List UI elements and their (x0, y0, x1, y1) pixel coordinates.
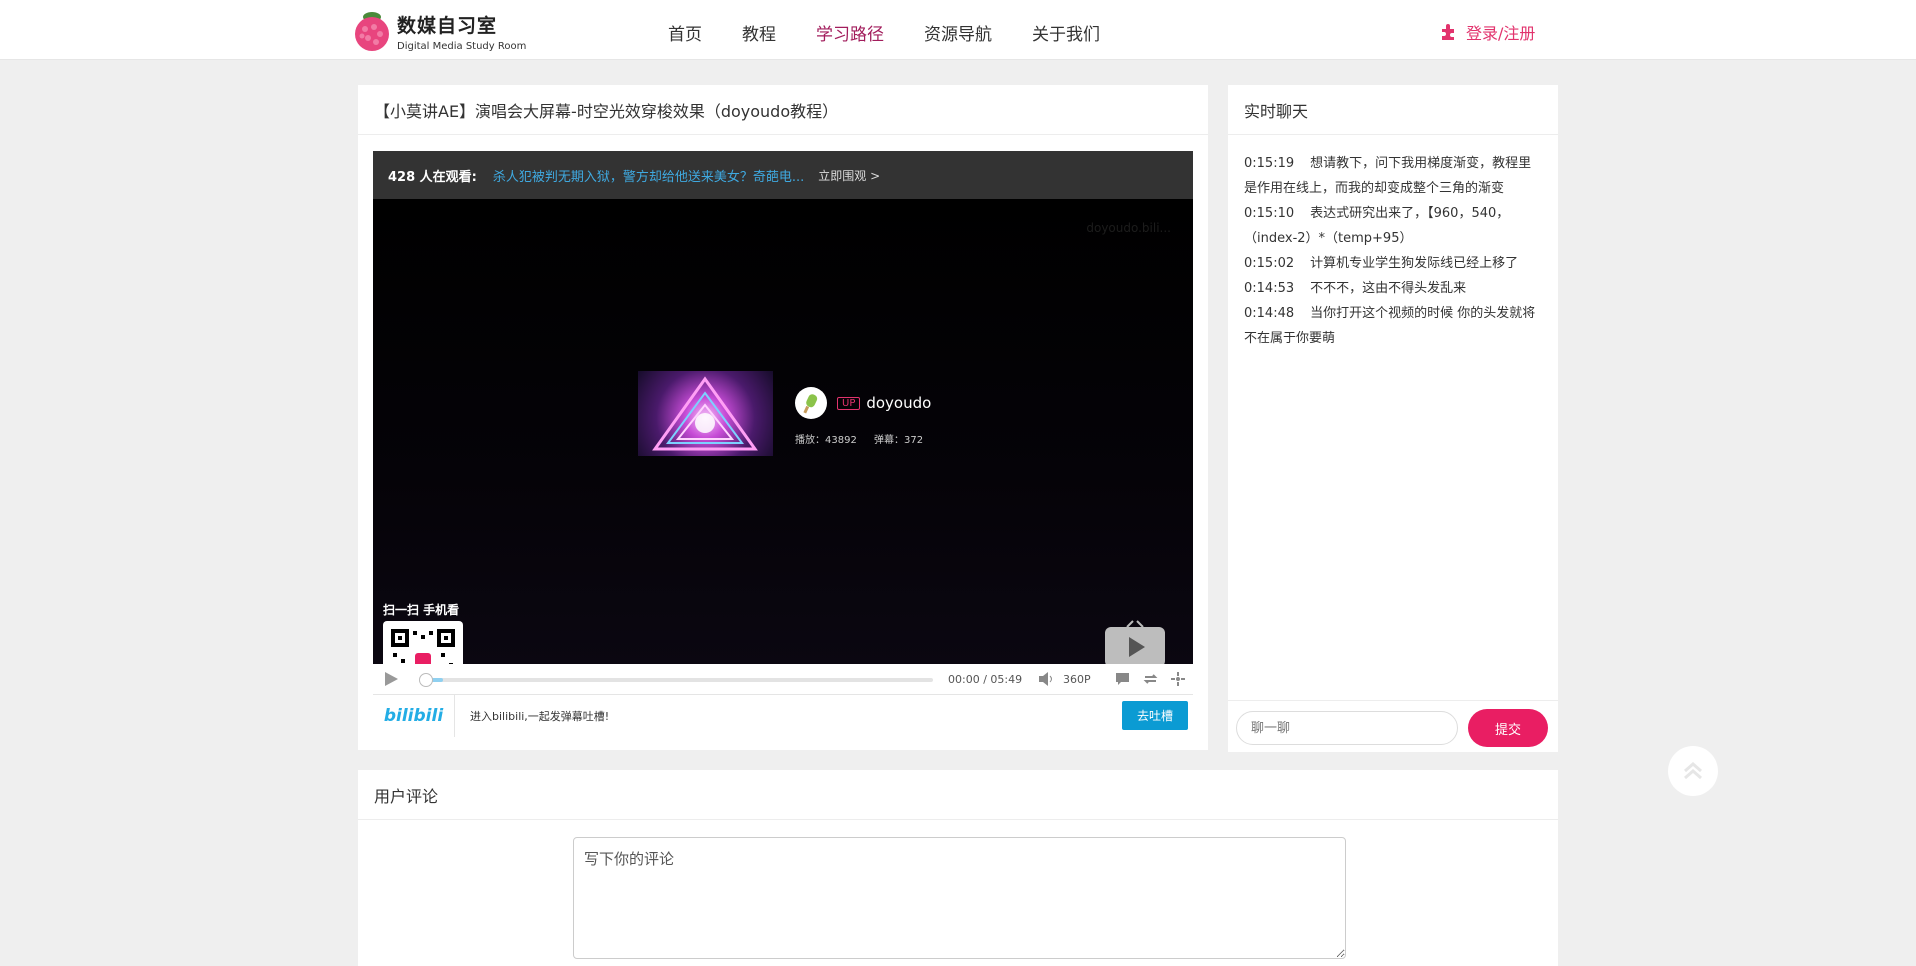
progress-knob[interactable] (419, 673, 433, 687)
uploader-avatar[interactable] (795, 387, 827, 419)
time-total: 05:49 (990, 673, 1023, 686)
nav-item-resources[interactable]: 资源导航 (924, 20, 992, 45)
back-to-top-button[interactable] (1668, 746, 1718, 796)
play-count: 播放：43892 (795, 435, 857, 446)
up-tag: UP (837, 396, 861, 410)
recommend-link[interactable]: 杀人犯被判无期入狱，警方却给他送来美女？奇葩电... (493, 166, 804, 185)
video-player[interactable]: 428 人在观看: 杀人犯被判无期入狱，警方却给他送来美女？奇葩电... 立即围… (373, 151, 1193, 741)
chat-submit-button[interactable]: 提交 (1468, 709, 1548, 747)
brand[interactable]: 数媒自习室 Digital Media Study Room (397, 11, 526, 52)
chat-text: 不不不，这由不得头发乱来 (1310, 281, 1467, 296)
video-screen[interactable]: doyoudo.bili... UP doyoudo 播放：43892 弹幕：3… (373, 199, 1193, 701)
video-stats: 播放：43892 弹幕：372 (795, 431, 937, 446)
login-register-link[interactable]: 登录/注册 (1440, 20, 1535, 44)
video-panel: 【小莫讲AE】演唱会大屏幕-时空光效穿梭效果（doyoudo教程） 428 人在… (358, 85, 1208, 750)
chat-message: 0:15:10 表达式研究出来了，【960，540，（index-2）*（temp… (1244, 201, 1542, 251)
danmaku-hint: 进入bilibili,一起发弹幕吐槽! (470, 709, 610, 723)
time-display: 00:00 / 05:49 (948, 673, 1023, 686)
chat-time: 0:15:02 (1244, 256, 1295, 271)
nav-item-tutorials[interactable]: 教程 (742, 20, 776, 45)
volume-icon[interactable] (1038, 672, 1054, 686)
nav-item-about[interactable]: 关于我们 (1032, 20, 1100, 45)
double-chevron-up-icon (1684, 762, 1702, 780)
brand-title: 数媒自习室 (397, 15, 498, 37)
chat-title: 实时聊天 (1228, 85, 1558, 135)
popsicle-icon (803, 394, 818, 414)
chat-panel: 实时聊天 0:15:19 想请教下，问下我用梯度渐变，教程里是作用在线上，而我的却… (1228, 85, 1558, 752)
nav-item-learning-path[interactable]: 学习路径 (816, 20, 884, 45)
chat-time: 0:14:53 (1244, 281, 1295, 296)
brand-subtitle: Digital Media Study Room (397, 41, 527, 52)
video-watermark: doyoudo.bili... (1086, 221, 1171, 235)
bilibili-logo[interactable]: bilibili (373, 694, 455, 737)
watching-bar: 428 人在观看: 杀人犯被判无期入狱，警方却给他送来美女？奇葩电... 立即围… (373, 151, 1193, 199)
top-header: 数媒自习室 Digital Media Study Room 首页 教程 学习路… (0, 0, 1916, 60)
neon-triangle-image (652, 376, 758, 451)
chat-time: 0:14:48 (1244, 306, 1295, 321)
qr-label: 扫一扫 手机看 (383, 603, 460, 617)
progress-bar[interactable] (419, 673, 933, 687)
danmaku-toggle-icon[interactable] (1115, 672, 1130, 686)
chat-input[interactable] (1236, 711, 1458, 745)
chat-time: 0:15:10 (1244, 206, 1295, 221)
chat-text: 计算机专业学生狗发际线已经上移了 (1310, 256, 1519, 271)
fullscreen-icon[interactable] (1170, 671, 1186, 687)
chat-message: 0:15:19 想请教下，问下我用梯度渐变，教程里是作用在线上，而我的却变成整个三… (1244, 151, 1542, 201)
chat-messages: 0:15:19 想请教下，问下我用梯度渐变，教程里是作用在线上，而我的却变成整个三… (1228, 135, 1558, 351)
chat-time: 0:15:19 (1244, 156, 1295, 171)
chat-message: 0:14:53 不不不，这由不得头发乱来 (1244, 276, 1542, 301)
danmaku-count: 弹幕：372 (874, 435, 924, 446)
danmaku-bar: bilibili 进入bilibili,一起发弹幕吐槽! 去吐槽 (373, 694, 1193, 737)
watch-count: 428 人在观看: (388, 169, 477, 185)
play-icon[interactable] (383, 671, 399, 687)
danmaku-button[interactable]: 去吐槽 (1122, 701, 1188, 730)
main-nav: 首页 教程 学习路径 资源导航 关于我们 (668, 20, 1140, 45)
uploader-name[interactable]: doyoudo (866, 394, 931, 412)
comment-panel: 用户评论 (358, 770, 1558, 966)
time-current: 00:00 (948, 673, 980, 686)
raspberry-logo-icon[interactable] (352, 9, 392, 51)
puzzle-icon (1442, 24, 1454, 40)
chat-input-area: 提交 (1228, 700, 1558, 752)
nav-item-home[interactable]: 首页 (668, 20, 702, 45)
comment-textarea[interactable] (573, 837, 1346, 959)
video-title: 【小莫讲AE】演唱会大屏幕-时空光效穿梭效果（doyoudo教程） (358, 85, 1208, 135)
video-thumbnail[interactable] (638, 371, 773, 456)
chat-message: 0:15:02 计算机专业学生狗发际线已经上移了 (1244, 251, 1542, 276)
loop-icon[interactable] (1143, 672, 1158, 686)
comments-title: 用户评论 (358, 770, 1558, 820)
player-controls: 00:00 / 05:49 360P (373, 664, 1193, 694)
chat-message: 0:14:48 当你打开这个视频的时候 你的头发就将不在属于你要萌 (1244, 301, 1542, 351)
uploader-info: UP doyoudo 播放：43892 弹幕：372 (795, 387, 937, 446)
quality-selector[interactable]: 360P (1063, 673, 1091, 686)
watch-now-link[interactable]: 立即围观 > (818, 167, 880, 184)
login-label: 登录/注册 (1466, 24, 1536, 43)
